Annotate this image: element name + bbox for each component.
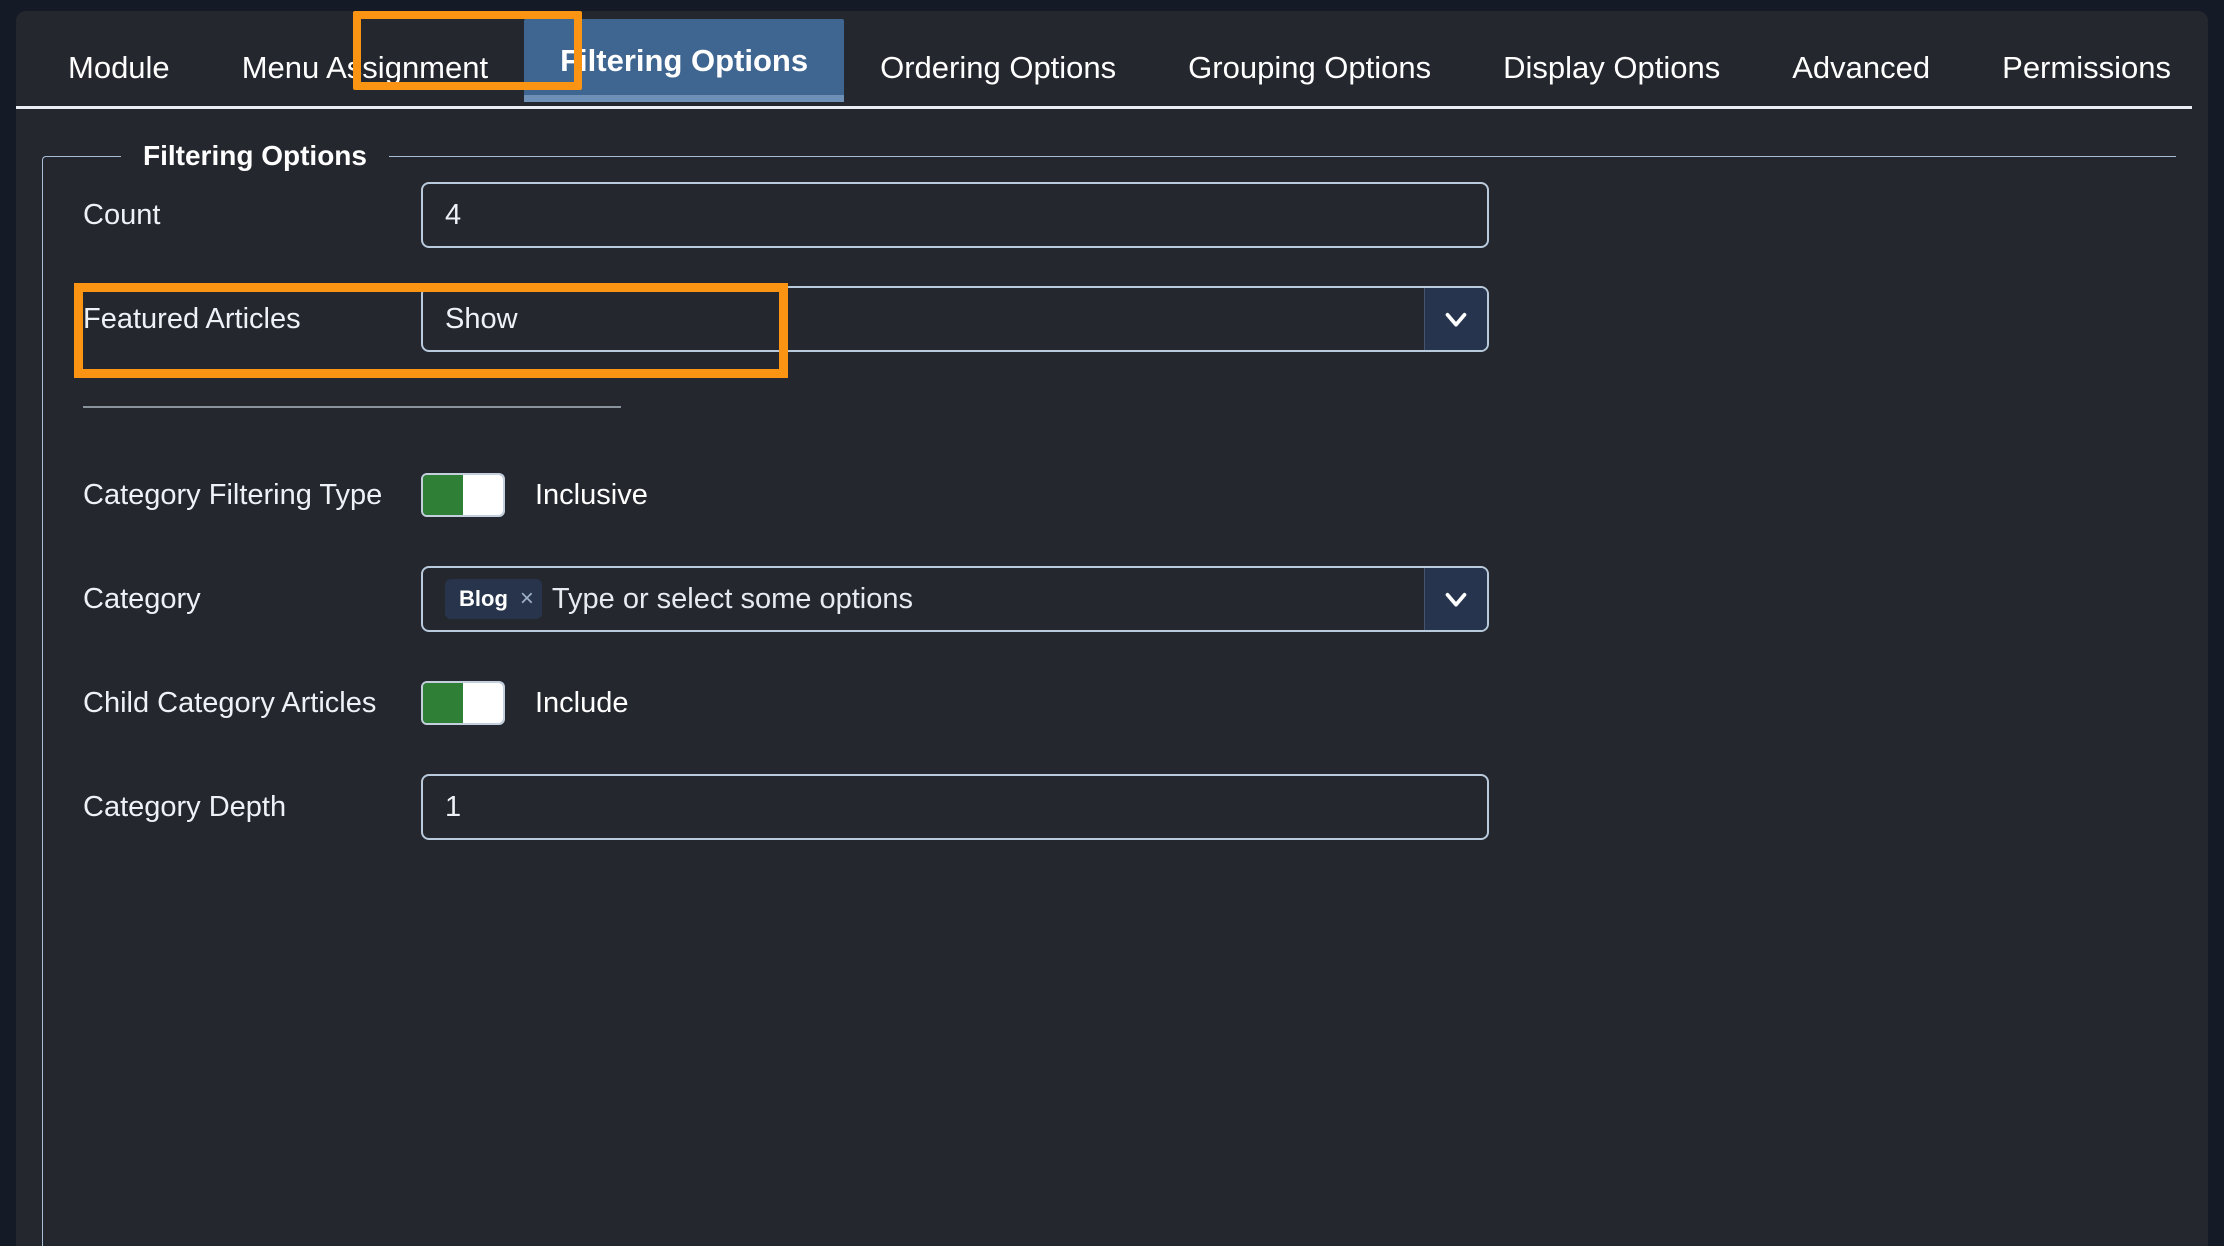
row-category-depth: Category Depth bbox=[83, 764, 2136, 850]
tab-permissions[interactable]: Permissions bbox=[1966, 52, 2207, 109]
category-depth-input[interactable] bbox=[421, 774, 1489, 840]
count-input[interactable] bbox=[421, 182, 1489, 248]
fieldset-legend: Filtering Options bbox=[143, 140, 367, 171]
category-multiselect[interactable]: Blog × Type or select some options bbox=[421, 566, 1489, 632]
category-filtering-type-state: Inclusive bbox=[535, 478, 648, 511]
chip-blog-label: Blog bbox=[459, 586, 508, 611]
filtering-options-form: Filtering Options Count Featured Article… bbox=[16, 109, 2208, 1246]
featured-articles-select[interactable]: Show bbox=[421, 286, 1489, 352]
category-filtering-type-toggle[interactable] bbox=[421, 473, 505, 517]
control-category-filtering-type: Inclusive bbox=[421, 473, 2136, 517]
control-child-category-articles: Include bbox=[421, 681, 2136, 725]
label-category-depth: Category Depth bbox=[83, 790, 287, 823]
tab-advanced[interactable]: Advanced bbox=[1756, 52, 1966, 109]
tab-bar: Module Menu Assignment Filtering Options… bbox=[16, 11, 2208, 109]
label-category-filtering-type: Category Filtering Type bbox=[83, 478, 383, 511]
control-category-depth bbox=[421, 774, 2136, 840]
tab-ordering-options[interactable]: Ordering Options bbox=[844, 52, 1152, 109]
control-category: Blog × Type or select some options bbox=[421, 566, 2136, 632]
category-multiselect-content: Blog × Type or select some options bbox=[423, 568, 1424, 630]
control-featured-articles: Show bbox=[421, 286, 2136, 352]
close-icon[interactable]: × bbox=[520, 587, 534, 611]
label-count: Count bbox=[83, 198, 161, 231]
toggle-off-half bbox=[463, 475, 503, 515]
app-window: Module Menu Assignment Filtering Options… bbox=[0, 0, 2224, 1246]
row-child-category-articles: Child Category Articles Include bbox=[83, 660, 2136, 746]
tab-module[interactable]: Module bbox=[32, 52, 206, 109]
row-featured-articles: Featured Articles Show bbox=[83, 276, 2136, 362]
featured-articles-value: Show bbox=[445, 302, 518, 335]
chevron-down-icon[interactable] bbox=[1424, 568, 1487, 630]
tab-display-options[interactable]: Display Options bbox=[1467, 52, 1756, 109]
tab-grouping-options[interactable]: Grouping Options bbox=[1152, 52, 1467, 109]
row-category: Category Blog × Type or select some opti… bbox=[83, 556, 2136, 642]
tab-filtering-options[interactable]: Filtering Options bbox=[524, 19, 845, 102]
label-featured-articles: Featured Articles bbox=[83, 302, 301, 335]
filtering-options-fieldset: Filtering Options Count Featured Article… bbox=[42, 140, 2176, 1246]
child-category-articles-state: Include bbox=[535, 686, 629, 719]
control-count bbox=[421, 182, 2136, 248]
section-divider bbox=[83, 406, 621, 408]
row-count: Count bbox=[83, 172, 2136, 258]
category-placeholder[interactable]: Type or select some options bbox=[552, 583, 913, 616]
child-category-articles-toggle[interactable] bbox=[421, 681, 505, 725]
tab-menu-assignment[interactable]: Menu Assignment bbox=[206, 52, 524, 109]
chevron-down-icon[interactable] bbox=[1424, 288, 1487, 350]
toggle-on-half bbox=[423, 475, 463, 515]
row-category-filtering-type: Category Filtering Type Inclusive bbox=[83, 452, 2136, 538]
module-edit-panel: Module Menu Assignment Filtering Options… bbox=[16, 11, 2208, 1246]
toggle-off-half bbox=[463, 683, 503, 723]
chip-blog[interactable]: Blog × bbox=[445, 579, 542, 619]
label-child-category-articles: Child Category Articles bbox=[83, 686, 377, 719]
toggle-on-half bbox=[423, 683, 463, 723]
label-category: Category bbox=[83, 582, 201, 615]
